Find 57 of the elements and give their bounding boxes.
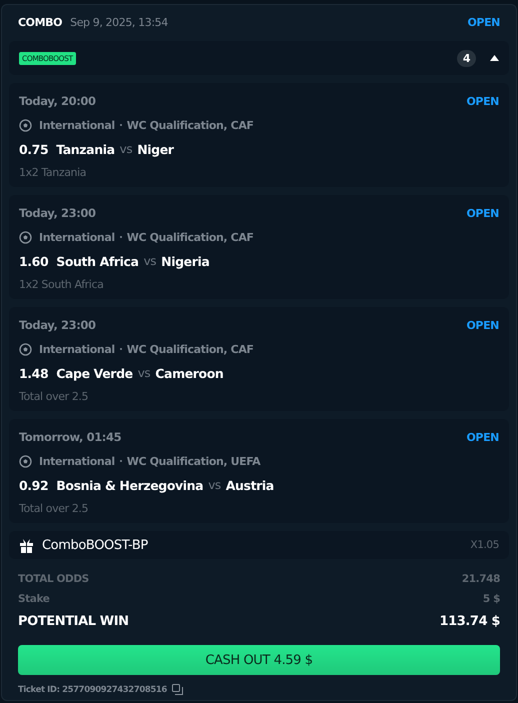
match-time: Tomorrow, 01:45 (19, 430, 122, 444)
leg-odds: 0.92 (19, 478, 48, 492)
leg-status: OPEN (466, 206, 499, 220)
versus-label: vs (208, 478, 221, 492)
home-team: South Africa (56, 254, 139, 268)
gift-icon (19, 538, 34, 552)
category-label: International (39, 454, 115, 468)
market-label: 1x2 South Africa (19, 278, 104, 291)
summary-value: 21.748 (462, 573, 500, 585)
category-label: International (39, 342, 115, 356)
leg-status: OPEN (466, 430, 499, 444)
market-label: Total over 2.5 (19, 390, 90, 403)
leg-odds: 1.48 (19, 366, 48, 380)
leg-status: OPEN (466, 94, 499, 108)
caret-icon[interactable] (490, 55, 499, 61)
bet-date: Sep 9, 2025, 13:54 (70, 16, 168, 28)
category-label: International (39, 118, 115, 132)
away-team: Cameroon (155, 366, 224, 380)
away-team: Nigeria (161, 254, 210, 268)
summary-label: Stake (18, 593, 50, 605)
home-team: Tanzania (56, 142, 115, 156)
versus-label: vs (138, 366, 150, 380)
league-label: WC Qualification, CAF (126, 342, 254, 356)
league-label: WC Qualification, CAF (126, 230, 254, 244)
leg-status: OPEN (466, 318, 499, 332)
soccer-ball-icon (19, 118, 32, 132)
home-team: Bosnia & Herzegovina (56, 478, 204, 492)
soccer-ball-icon (19, 342, 32, 356)
summary-label: POTENTIAL WIN (18, 614, 129, 628)
ticket-id: Ticket ID: 2577090927432708516 (18, 684, 167, 694)
match-time: Today, 23:00 (19, 318, 96, 332)
boost-multiplier: X1.05 (470, 539, 499, 551)
league-label: WC Qualification, CAF (126, 118, 254, 132)
summary-value: 5 $ (482, 593, 500, 605)
market-label: Total over 2.5 (19, 502, 90, 515)
leg-odds: 0.75 (19, 142, 48, 156)
bet-status: OPEN (467, 16, 500, 28)
copy-icon[interactable] (172, 684, 183, 695)
leg-odds: 1.60 (19, 254, 48, 268)
away-team: Austria (226, 478, 274, 492)
match-time: Today, 20:00 (19, 94, 96, 108)
soccer-ball-icon (19, 454, 32, 468)
category-label: International (39, 230, 115, 244)
bet-type: COMBO (18, 16, 62, 28)
home-team: Cape Verde (56, 366, 133, 380)
summary-label: TOTAL ODDS (18, 573, 89, 585)
soccer-ball-icon (19, 230, 32, 244)
away-team: Niger (137, 142, 174, 156)
cash-out-button[interactable]: CASH OUT 4.59 $ (18, 645, 500, 675)
market-label: 1x2 Tanzania (19, 166, 88, 179)
versus-label: vs (144, 254, 156, 268)
versus-label: vs (120, 142, 132, 156)
boost-name: ComboBOOST-BP (42, 538, 148, 552)
summary-value: 113.74 $ (439, 614, 500, 628)
league-label: WC Qualification, UEFA (126, 454, 260, 468)
match-time: Today, 23:00 (19, 206, 96, 220)
legs-count: 4 (457, 50, 476, 66)
